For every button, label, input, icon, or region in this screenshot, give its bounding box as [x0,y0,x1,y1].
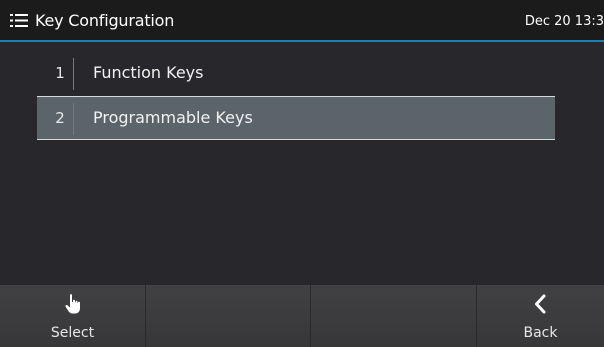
back-softkey[interactable]: Back [477,285,604,347]
hand-pointer-icon [64,294,80,314]
empty-softkey[interactable] [311,285,477,347]
menu-item-programmable-keys[interactable]: 2 Programmable Keys [37,96,555,140]
item-divider [73,58,74,90]
menu-item-label: Programmable Keys [93,108,253,127]
date-time: Dec 20 13:3 [524,14,604,29]
empty-softkey[interactable] [146,285,311,347]
softkey-label: Back [523,325,558,341]
item-divider [73,103,74,135]
page-title: Key Configuration [35,11,175,30]
softkey-label: Select [50,325,95,341]
phone-screen: Key Configuration Dec 20 13:3 1 Function… [0,0,604,347]
menu-item-function-keys[interactable]: 1 Function Keys [37,52,555,96]
menu-item-number: 2 [55,109,65,127]
chevron-left-icon [534,294,545,314]
menu-item-number: 1 [55,64,65,82]
softkey-bar: Select Back [0,285,604,347]
menu-list: 1 Function Keys 2 Programmable Keys [37,52,555,140]
select-softkey[interactable]: Select [0,285,146,347]
list-menu-icon[interactable] [10,13,28,28]
menu-item-label: Function Keys [93,63,204,82]
title-bar: Key Configuration Dec 20 13:3 [0,0,604,42]
